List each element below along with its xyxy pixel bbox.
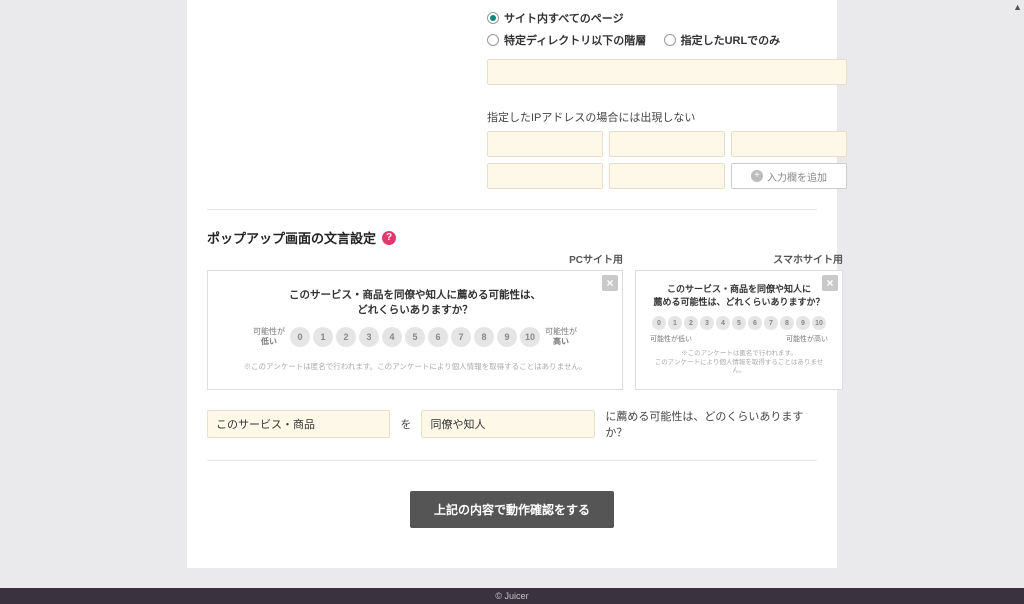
sp-preview-label: スマホサイト用 [635,251,843,266]
sp-score-5[interactable]: 5 [732,316,746,330]
score-8[interactable]: 8 [474,327,494,347]
footer-copyright: © Juicer [0,588,1024,604]
score-9[interactable]: 9 [497,327,517,347]
score-6[interactable]: 6 [428,327,448,347]
ip-input-1[interactable] [487,131,603,157]
scroll-up-icon: ▲ [1013,2,1022,12]
section-title: ポップアップ画面の文言設定 [207,228,376,247]
help-icon[interactable]: ? [382,231,396,245]
scale-low-label: 可能性が低い [251,327,287,346]
sp-disclaimer: ※このアンケートは匿名で行われます。 このアンケートにより個人情報を取得すること… [650,350,828,375]
sp-score-8[interactable]: 8 [780,316,794,330]
close-icon[interactable]: × [602,275,618,291]
scale-high-label: 可能性が高い [543,327,579,346]
pc-preview-box: × このサービス・商品を同僚や知人に薦める可能性は、 どれくらいありますか？ 可… [207,270,623,390]
score-0[interactable]: 0 [290,327,310,347]
score-1[interactable]: 1 [313,327,333,347]
confirm-button[interactable]: 上記の内容で動作確認をする [410,491,614,528]
sp-score-0[interactable]: 0 [652,316,666,330]
radio-under-dir[interactable]: 特定ディレクトリ以下の階層 [487,32,646,48]
sp-scale-high: 可能性が高い [786,334,828,344]
ip-input-4[interactable] [487,163,603,189]
sp-score-row: 0 1 2 3 4 5 6 7 8 9 10 [650,316,828,330]
radio-under-dir-label: 特定ディレクトリ以下の階層 [504,32,646,48]
radio-empty-icon [487,34,499,46]
scope-url-input[interactable] [487,59,847,85]
pc-score-row: 可能性が低い 0 1 2 3 4 5 6 7 8 9 10 [222,327,608,347]
sp-score-2[interactable]: 2 [684,316,698,330]
add-ip-label: 入力欄を追加 [767,169,827,184]
sp-question-line2: 薦める可能性は、どれくらいありますか？ [653,297,824,307]
sp-score-9[interactable]: 9 [796,316,810,330]
audience-input[interactable]: 同僚や知人 [421,410,595,438]
radio-dot-icon [487,12,499,24]
plus-icon: + [751,170,763,182]
pc-question-line2: どれくらいありますか？ [357,304,473,316]
radio-only-url-label: 指定したURLでのみ [681,32,781,48]
pc-question-line1: このサービス・商品を同僚や知人に薦める可能性は、 [289,289,541,301]
divider [207,209,817,210]
ip-input-5[interactable] [609,163,725,189]
sp-question-line1: このサービス・商品を同僚や知人に [667,284,811,294]
sentence-tail: に薦める可能性は、どのくらいありますか？ [605,408,817,440]
sp-preview-box: × このサービス・商品を同僚や知人に 薦める可能性は、どれくらいありますか？ 0… [635,270,843,390]
score-10[interactable]: 10 [520,327,540,347]
radio-all-pages[interactable]: サイト内すべてのページ [487,10,624,26]
radio-only-url[interactable]: 指定したURLでのみ [664,32,781,48]
scrollbar[interactable]: ▲ [1012,0,1024,576]
subject-input[interactable]: このサービス・商品 [207,410,390,438]
score-2[interactable]: 2 [336,327,356,347]
radio-empty-icon [664,34,676,46]
sp-scale-low: 可能性が低い [650,334,692,344]
score-4[interactable]: 4 [382,327,402,347]
ip-input-3[interactable] [731,131,847,157]
ip-exclude-label: 指定したIPアドレスの場合には出現しない [487,109,817,125]
sp-score-3[interactable]: 3 [700,316,714,330]
score-5[interactable]: 5 [405,327,425,347]
close-icon[interactable]: × [822,275,838,291]
radio-all-pages-label: サイト内すべてのページ [504,10,624,26]
particle-wo: を [400,416,411,432]
add-ip-field-button[interactable]: + 入力欄を追加 [731,163,847,189]
score-7[interactable]: 7 [451,327,471,347]
sp-score-1[interactable]: 1 [668,316,682,330]
pc-preview-label: PCサイト用 [207,251,623,266]
ip-input-2[interactable] [609,131,725,157]
score-3[interactable]: 3 [359,327,379,347]
sp-score-6[interactable]: 6 [748,316,762,330]
sp-score-10[interactable]: 10 [812,316,826,330]
pc-disclaimer: ※このアンケートは匿名で行われます。このアンケートにより個人情報を取得することは… [222,361,608,372]
sp-score-7[interactable]: 7 [764,316,778,330]
divider [207,460,817,461]
sp-score-4[interactable]: 4 [716,316,730,330]
